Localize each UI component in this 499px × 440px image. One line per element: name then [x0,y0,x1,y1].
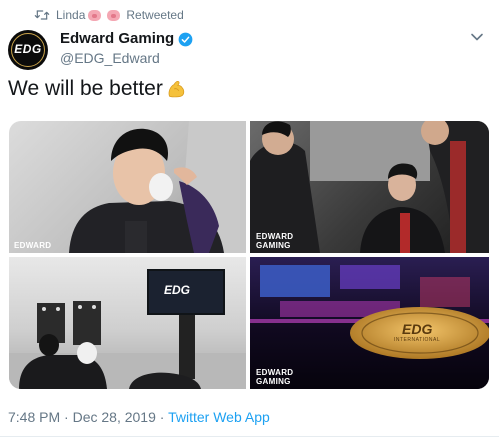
separator: · [159,409,165,425]
verified-badge-icon [178,32,193,46]
tweet-text: We will be better [8,76,187,102]
flexed-biceps-emoji-icon [168,81,185,98]
watermark-edward-gaming: EDWARD GAMING [256,368,294,386]
tweet-date[interactable]: Dec 28, 2019 [73,409,156,425]
divider [0,436,499,437]
tweet-body: We will be better [8,77,163,100]
stage-logo-text: EDG [402,321,433,337]
photo-player-wiping-tears[interactable]: EDWARD [9,121,246,253]
author-handle[interactable]: @EDG_Edward [60,48,193,68]
tv-logo: EDG [164,283,191,297]
avatar-logo-text: EDG [14,42,42,56]
watermark-edward-gaming: EDWARD GAMING [256,232,294,250]
media-grid[interactable]: EDWARD EDWARD GAMING EDG EDG INTERNATION… [9,121,489,389]
author-name[interactable]: Edward Gaming [60,30,174,48]
photo-players-backstage[interactable]: EDWARD GAMING [250,121,489,253]
photo-1-illustration [69,121,246,253]
tweet-header: EDG Edward Gaming @EDG_Edward [8,30,492,70]
separator: · [64,409,69,425]
tweet-footer: 7:48 PM · Dec 28, 2019 · Twitter Web App [8,409,270,425]
retweet-context: Linda Retweeted [34,6,184,24]
author-block: Edward Gaming @EDG_Edward [60,30,193,68]
photo-3-illustration [9,269,246,389]
stage-logo-subtext: INTERNATIONAL [394,337,441,343]
tweet-source-link[interactable]: Twitter Web App [168,409,270,425]
pig-emoji-icon [107,9,121,21]
retweeted-label: Retweeted [126,8,184,22]
retweeter-name[interactable]: Linda [56,8,85,22]
avatar[interactable]: EDG [8,30,48,70]
author-name-row[interactable]: Edward Gaming [60,30,193,48]
tweet-time[interactable]: 7:48 PM [8,409,60,425]
retweet-icon [34,10,50,20]
photo-tv-room[interactable]: EDG [9,257,246,389]
photo-stage[interactable]: EDG INTERNATIONAL EDWARD GAMING [250,257,489,389]
chevron-down-icon[interactable] [470,30,484,44]
pig-emoji-icon [88,9,102,21]
watermark-edward: EDWARD [14,241,52,250]
